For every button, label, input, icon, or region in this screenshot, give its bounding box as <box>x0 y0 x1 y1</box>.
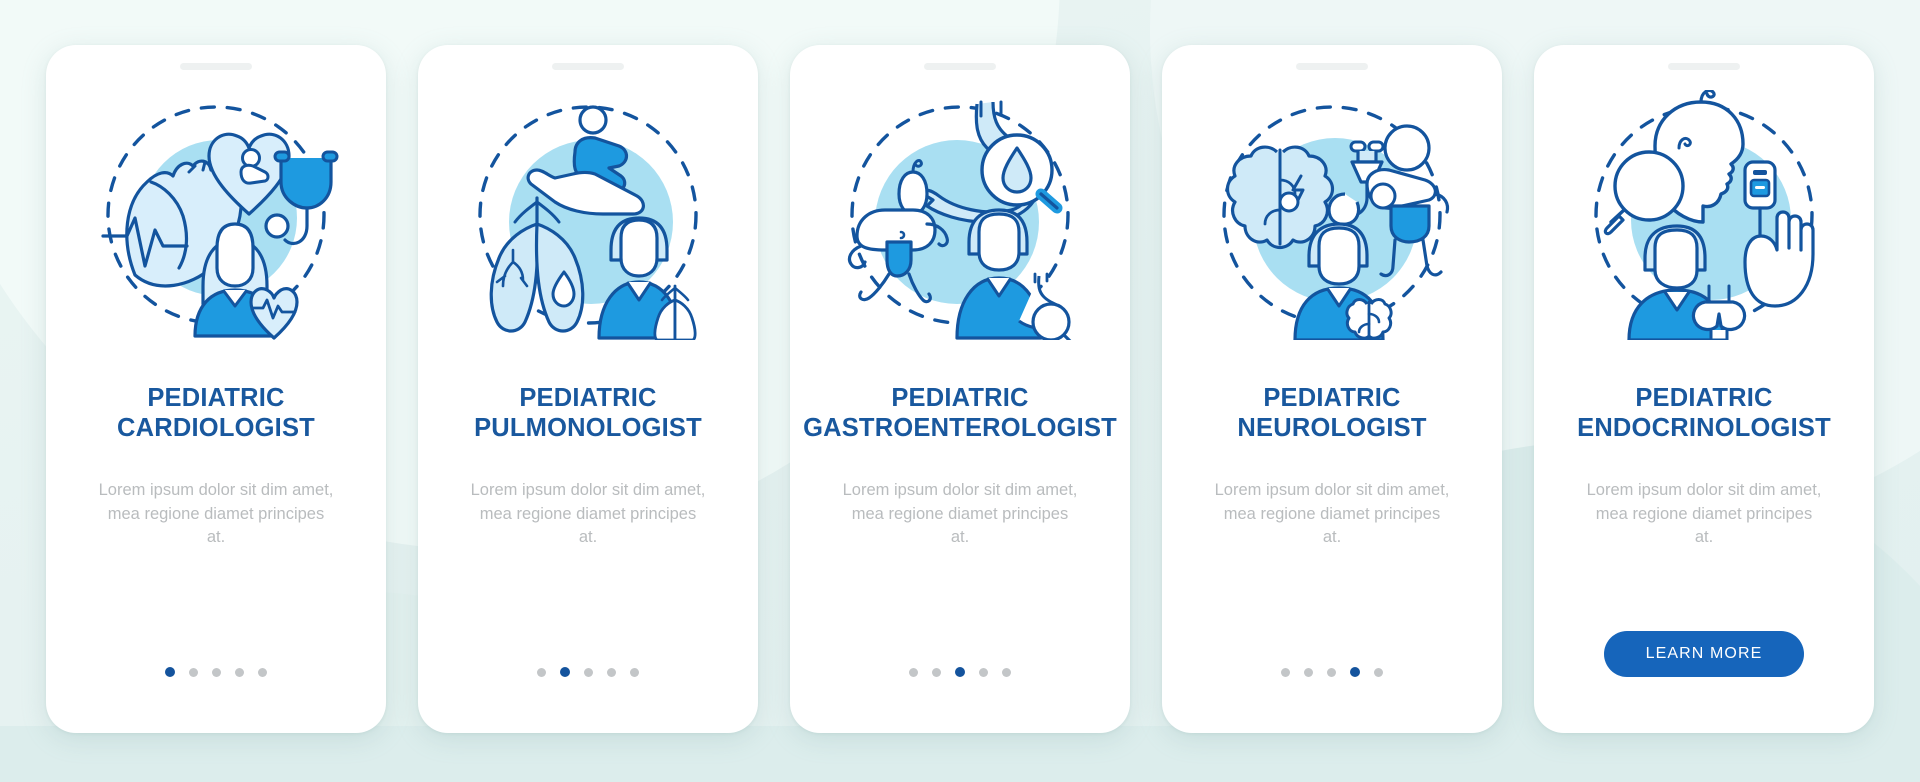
magnifier-with-drop-icon <box>980 133 1063 214</box>
card-title: PEDIATRIC CARDIOLOGIST <box>117 384 315 443</box>
pagination-dot-5[interactable] <box>258 667 267 677</box>
card-body-text: Lorem ipsum dolor sit dim amet, mea regi… <box>842 481 1078 546</box>
pagination-dot-2[interactable] <box>1304 667 1313 677</box>
card-title-line-2: NEUROLOGIST <box>1237 413 1427 442</box>
onboarding-card-pediatric-gastroenterologist[interactable]: PEDIATRIC GASTROENTEROLOGIST Lorem ipsum… <box>790 45 1130 733</box>
card-body-text: Lorem ipsum dolor sit dim amet, mea regi… <box>98 481 334 546</box>
card-footer <box>816 667 1104 677</box>
pagination-dot-1[interactable] <box>909 667 918 677</box>
pagination-dots[interactable] <box>909 667 1011 677</box>
card-title: PEDIATRIC PULMONOLOGIST <box>474 384 702 443</box>
card-body-text: Lorem ipsum dolor sit dim amet, mea regi… <box>1586 481 1822 546</box>
pediatric-pulmonologist-illustration <box>463 90 713 340</box>
card-title-line-2: PULMONOLOGIST <box>474 413 702 442</box>
phone-speaker-notch <box>180 63 252 70</box>
card-footer <box>1188 667 1476 677</box>
pagination-dot-4[interactable] <box>979 667 988 677</box>
pagination-dot-3[interactable] <box>955 667 965 677</box>
pediatric-endocrinologist-illustration <box>1579 90 1829 340</box>
onboarding-card-pediatric-pulmonologist[interactable]: PEDIATRIC PULMONOLOGIST Lorem ipsum dolo… <box>418 45 758 733</box>
card-title-line-2: GASTROENTEROLOGIST <box>803 413 1117 442</box>
pagination-dot-5[interactable] <box>1374 667 1383 677</box>
pagination-dot-1[interactable] <box>1281 667 1290 677</box>
pagination-dot-4[interactable] <box>1350 667 1360 677</box>
pagination-dot-2[interactable] <box>932 667 941 677</box>
card-footer <box>444 667 732 677</box>
pagination-dots[interactable] <box>537 667 639 677</box>
pediatric-neurologist-illustration <box>1207 90 1457 340</box>
phone-speaker-notch <box>1296 63 1368 70</box>
card-title-line-2: ENDOCRINOLOGIST <box>1577 413 1831 442</box>
phone-speaker-notch <box>552 63 624 70</box>
card-footer: LEARN MORE <box>1560 631 1848 677</box>
pagination-dot-3[interactable] <box>584 667 593 677</box>
pagination-dot-4[interactable] <box>235 667 244 677</box>
pediatric-gastroenterologist-illustration <box>835 90 1085 340</box>
pagination-dot-5[interactable] <box>1002 667 1011 677</box>
card-title: PEDIATRIC GASTROENTEROLOGIST <box>803 384 1117 443</box>
card-body-text: Lorem ipsum dolor sit dim amet, mea regi… <box>1214 481 1450 546</box>
pagination-dot-5[interactable] <box>630 667 639 677</box>
pagination-dot-1[interactable] <box>537 667 546 677</box>
pagination-dots[interactable] <box>1281 667 1383 677</box>
pagination-dot-1[interactable] <box>165 667 175 677</box>
phone-speaker-notch <box>924 63 996 70</box>
pediatric-cardiologist-illustration <box>91 90 341 340</box>
card-title-line-1: PEDIATRIC <box>519 384 657 412</box>
onboarding-card-pediatric-endocrinologist[interactable]: PEDIATRIC ENDOCRINOLOGIST Lorem ipsum do… <box>1534 45 1874 733</box>
pagination-dots[interactable] <box>165 667 267 677</box>
pagination-dot-4[interactable] <box>607 667 616 677</box>
pagination-dot-3[interactable] <box>212 667 221 677</box>
card-title-line-1: PEDIATRIC <box>891 384 1029 412</box>
small-brain-icon <box>1345 298 1393 340</box>
pagination-dot-2[interactable] <box>560 667 570 677</box>
onboarding-screen-list: PEDIATRIC CARDIOLOGIST Lorem ipsum dolor… <box>0 0 1920 782</box>
pagination-dot-2[interactable] <box>189 667 198 677</box>
card-title: PEDIATRIC ENDOCRINOLOGIST <box>1577 384 1831 443</box>
card-title-line-1: PEDIATRIC <box>1263 384 1401 412</box>
onboarding-card-pediatric-cardiologist[interactable]: PEDIATRIC CARDIOLOGIST Lorem ipsum dolor… <box>46 45 386 733</box>
learn-more-button[interactable]: LEARN MORE <box>1603 631 1805 677</box>
onboarding-card-pediatric-neurologist[interactable]: PEDIATRIC NEUROLOGIST Lorem ipsum dolor … <box>1162 45 1502 733</box>
pagination-dot-3[interactable] <box>1327 667 1336 677</box>
phone-speaker-notch <box>1668 63 1740 70</box>
card-title-line-2: CARDIOLOGIST <box>117 413 315 442</box>
card-title: PEDIATRIC NEUROLOGIST <box>1237 384 1426 443</box>
card-footer <box>72 667 360 677</box>
card-body-text: Lorem ipsum dolor sit dim amet, mea regi… <box>470 481 706 546</box>
card-title-line-1: PEDIATRIC <box>147 384 285 412</box>
card-title-line-1: PEDIATRIC <box>1635 384 1773 412</box>
